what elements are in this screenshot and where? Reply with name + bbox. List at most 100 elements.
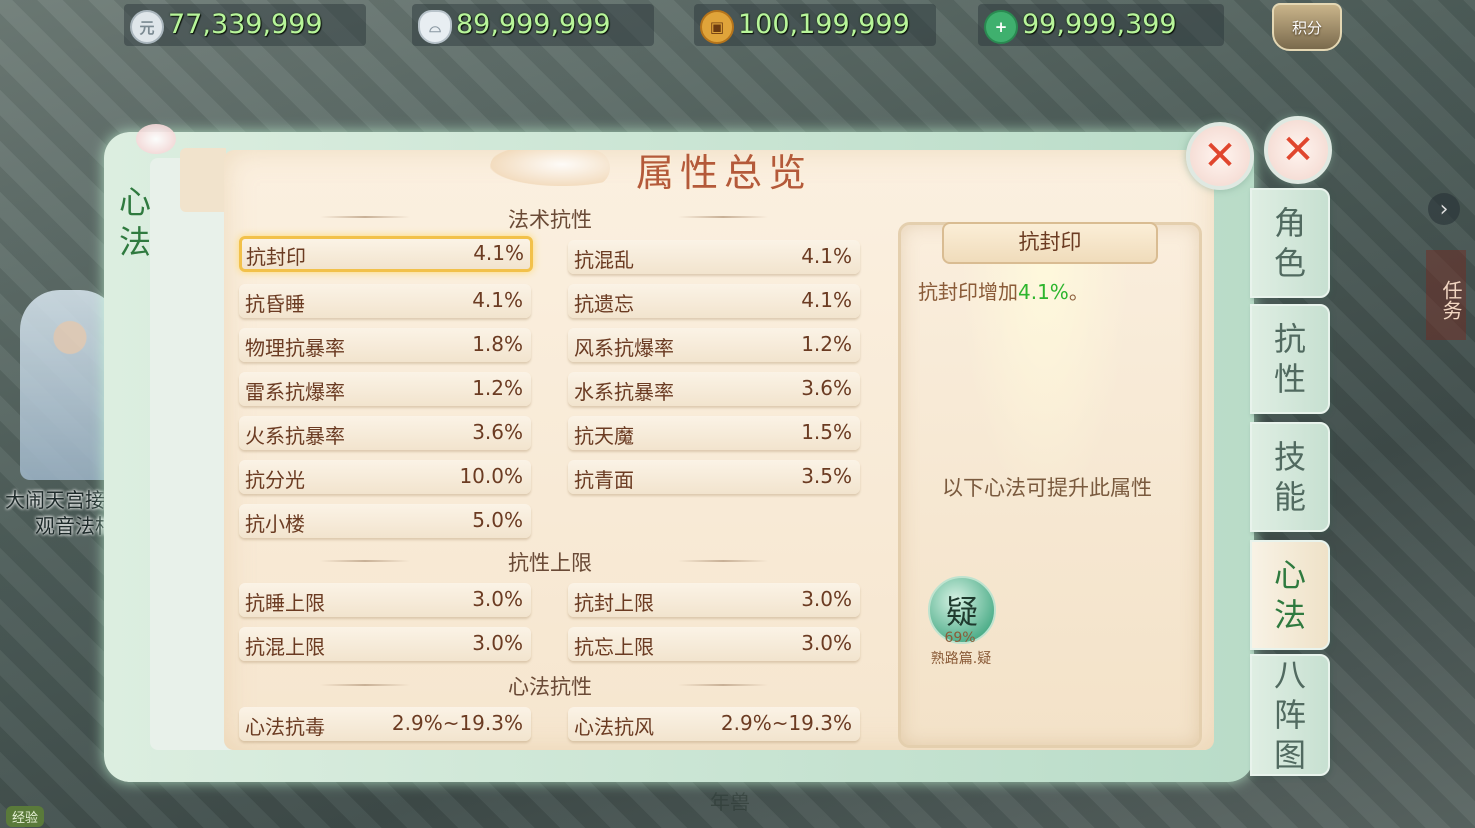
stat-label: 抗混乱: [574, 248, 634, 272]
tab-resist[interactable]: 抗性: [1250, 304, 1330, 414]
stat-value: 1.8%: [472, 332, 523, 356]
stat-value: 4.1%: [472, 288, 523, 312]
stat-label: 抗天魔: [574, 424, 634, 448]
stat-row[interactable]: 抗天魔 1.5%: [568, 416, 860, 450]
stat-row[interactable]: 心法抗毒 2.9%~19.3%: [239, 707, 531, 741]
tab-char: 能: [1273, 478, 1306, 516]
exp-label: 经验: [6, 806, 45, 827]
stat-label: 抗青面: [574, 468, 634, 492]
currency-value: 99,999,399: [1022, 9, 1177, 40]
stat-value: 4.1%: [801, 244, 852, 268]
stat-row[interactable]: 水系抗暴率 3.6%: [568, 372, 860, 406]
stat-value: 1.2%: [472, 376, 523, 400]
stat-label: 雷系抗爆率: [245, 380, 345, 404]
tab-char: 抗: [1273, 320, 1306, 358]
stat-value: 3.0%: [801, 631, 852, 655]
stat-row[interactable]: 物理抗暴率 1.8%: [239, 328, 531, 362]
stat-label: 抗封印: [246, 245, 306, 269]
stat-row[interactable]: 雷系抗爆率 1.2%: [239, 372, 531, 406]
section-title-xinfa-resist: 心法抗性: [508, 675, 592, 699]
stat-row-selected[interactable]: 抗封印 4.1%: [239, 236, 533, 272]
detail-desc-suffix: 。: [1068, 280, 1089, 304]
detail-description: 抗封印增加4.1%。: [918, 276, 1089, 305]
copper-coin-icon: ▣: [700, 10, 734, 44]
currency-value: 77,339,999: [168, 9, 323, 40]
section-divider: [678, 560, 768, 562]
stat-row[interactable]: 抗青面 3.5%: [568, 460, 860, 494]
section-title-magic-resist: 法术抗性: [508, 208, 592, 232]
section-divider: [320, 216, 410, 218]
stat-value: 4.1%: [801, 288, 852, 312]
task-tab[interactable]: 任务: [1426, 250, 1466, 340]
lotus-decoration-icon: [136, 124, 176, 154]
tab-char: 阵: [1273, 696, 1306, 734]
stat-row[interactable]: 心法抗风 2.9%~19.3%: [568, 707, 860, 741]
stat-value: 3.6%: [472, 420, 523, 444]
stat-label: 抗混上限: [245, 635, 325, 659]
currency-copper-coin: ▣ 100,199,999: [694, 4, 936, 46]
detail-desc-value: 4.1%: [1018, 280, 1069, 304]
expand-arrow-icon[interactable]: ›: [1428, 193, 1460, 225]
jade-plus-icon[interactable]: +: [984, 10, 1018, 44]
tab-char: 图: [1273, 736, 1306, 774]
stat-label: 心法抗风: [574, 715, 654, 739]
stat-row[interactable]: 抗睡上限 3.0%: [239, 583, 531, 617]
side-strip: [180, 148, 226, 212]
stat-row[interactable]: 抗小楼 5.0%: [239, 504, 531, 538]
dialog-title: 属性总览: [636, 151, 813, 195]
stat-value: 3.0%: [472, 587, 523, 611]
tab-char: 技: [1273, 438, 1306, 476]
currency-value: 89,999,999: [456, 9, 611, 40]
tab-char: 角: [1273, 204, 1306, 242]
stat-row[interactable]: 抗忘上限 3.0%: [568, 627, 860, 661]
detail-tip: 以下心法可提升此属性: [942, 476, 1152, 500]
section-divider: [320, 560, 410, 562]
close-icon: ✕: [1203, 133, 1237, 179]
stat-row[interactable]: 抗遗忘 4.1%: [568, 284, 860, 318]
stat-value: 4.1%: [473, 241, 524, 265]
close-icon: ✕: [1281, 127, 1315, 173]
section-divider: [320, 684, 410, 686]
stat-row[interactable]: 风系抗爆率 1.2%: [568, 328, 860, 362]
stat-row[interactable]: 抗封上限 3.0%: [568, 583, 860, 617]
left-tab-xinfa[interactable]: 心法: [104, 170, 156, 280]
stat-row[interactable]: 抗昏睡 4.1%: [239, 284, 531, 318]
stat-row[interactable]: 抗混乱 4.1%: [568, 240, 860, 274]
stat-value: 1.2%: [801, 332, 852, 356]
stat-label: 抗遗忘: [574, 292, 634, 316]
tab-char: 心: [1273, 556, 1306, 594]
stat-value: 2.9%~19.3%: [391, 711, 523, 735]
stat-label: 抗忘上限: [574, 635, 654, 659]
stat-row[interactable]: 抗混上限 3.0%: [239, 627, 531, 661]
stat-label: 抗昏睡: [245, 292, 305, 316]
silver-ingot-icon: ⌓: [418, 10, 452, 44]
tab-formation[interactable]: 八阵图: [1250, 654, 1330, 776]
tab-skill[interactable]: 技能: [1250, 422, 1330, 532]
currency-jade: + 99,999,399: [978, 4, 1224, 46]
stat-value: 3.5%: [801, 464, 852, 488]
tab-xinfa[interactable]: 心法: [1250, 540, 1330, 650]
detail-header: 抗封印: [942, 222, 1158, 264]
stat-row[interactable]: 抗分光 10.0%: [239, 460, 531, 494]
stat-value: 1.5%: [801, 420, 852, 444]
stat-value: 3.0%: [801, 587, 852, 611]
currency-silver-ingot: ⌓ 89,999,999: [412, 4, 654, 46]
close-button-inner[interactable]: ✕: [1186, 122, 1254, 190]
tab-char: 法: [1273, 596, 1306, 634]
stat-row[interactable]: 火系抗暴率 3.6%: [239, 416, 531, 450]
stat-label: 抗分光: [245, 468, 305, 492]
stat-label: 抗封上限: [574, 591, 654, 615]
silver-coin-icon: 元: [130, 10, 164, 44]
score-button[interactable]: 积分: [1272, 3, 1342, 51]
section-title-resist-cap: 抗性上限: [508, 551, 592, 575]
stat-value: 3.6%: [801, 376, 852, 400]
stat-label: 心法抗毒: [245, 715, 325, 739]
cloud-decoration-icon: [490, 150, 610, 186]
skill-percent: 69%: [944, 630, 976, 646]
tab-role[interactable]: 角色: [1250, 188, 1330, 298]
bottom-npc-label: 年兽: [710, 790, 750, 814]
tab-char: 八: [1273, 656, 1306, 694]
stat-label: 物理抗暴率: [245, 336, 345, 360]
close-button-outer[interactable]: ✕: [1264, 116, 1332, 184]
stat-value: 2.9%~19.3%: [720, 711, 852, 735]
